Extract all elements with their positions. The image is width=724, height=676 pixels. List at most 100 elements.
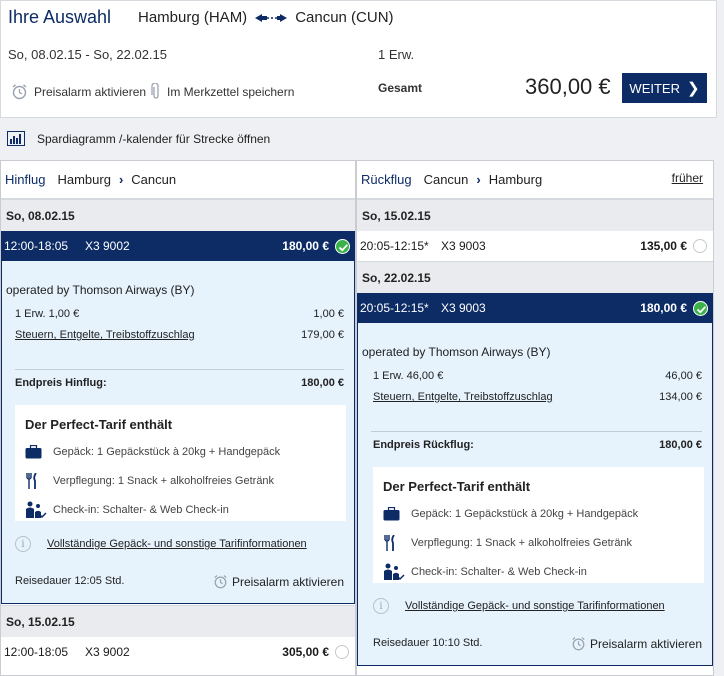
summary-title: Ihre Auswahl	[8, 7, 112, 27]
taxes-value: 134,00 €	[659, 391, 702, 403]
tariff-baggage: Gepäck: 1 Gepäckstück à 20kg + Handgepäc…	[383, 507, 638, 521]
roundtrip-plane-icon	[253, 11, 289, 25]
checkin-text: Check-in: Schalter- & Web Check-in	[411, 566, 587, 578]
flight-price: 180,00 €	[282, 239, 329, 253]
price-alert-label: Preisalarm aktivieren	[231, 574, 344, 589]
price-alert-link[interactable]: Preisalarm aktivieren	[213, 574, 344, 589]
flight-time: 20:05-12:15*	[360, 239, 429, 253]
tariff-box: Der Perfect-Tarif enthält Gepäck: 1 Gepä…	[373, 467, 704, 583]
date-row: So, 15.02.15	[1, 605, 355, 637]
end-price-label: Endpreis Hinflug:	[15, 377, 107, 389]
date-row: So, 15.02.15	[357, 199, 713, 231]
radio-button[interactable]	[335, 645, 349, 659]
info-icon: i	[373, 598, 389, 614]
bar-chart-icon	[7, 131, 25, 146]
route: Hamburg (HAM) Cancun (CUN)	[138, 9, 394, 26]
price-alert-link[interactable]: Preisalarm aktivieren	[11, 83, 146, 100]
chevron-right-icon: ❯	[686, 80, 700, 97]
suitcase-icon	[383, 507, 411, 521]
operated-by: operated by Thomson Airways (BY)	[362, 345, 551, 359]
fare-value: 1,00 €	[313, 308, 344, 320]
savings-diagram-label: Spardiagramm /-kalender für Strecke öffn…	[37, 131, 271, 146]
travel-dates: So, 08.02.15 - So, 22.02.15	[8, 47, 168, 62]
tariff-meals: Verpflegung: 1 Snack + alkoholfreies Get…	[383, 535, 632, 551]
flight-time: 12:00-18:05	[4, 645, 69, 659]
flight-number: X3 9002	[85, 239, 130, 253]
outbound-from: Hamburg	[57, 172, 111, 187]
end-price-value: 180,00 €	[659, 439, 702, 451]
tariff-title: Der Perfect-Tarif enthält	[25, 417, 173, 432]
flight-option[interactable]: 12:00-18:05 X3 9002 305,00 €	[1, 637, 355, 667]
outbound-column: Hinflug Hamburg › Cancun So, 08.02.15 12…	[0, 160, 356, 676]
route-from: Hamburg (HAM)	[138, 9, 248, 26]
outbound-details: operated by Thomson Airways (BY) 1 Erw. …	[1, 261, 355, 604]
checkin-text: Check-in: Schalter- & Web Check-in	[53, 504, 229, 516]
full-tariff-info-label: Vollständige Gepäck- und sonstige Tarifi…	[47, 538, 307, 550]
earlier-flights-link[interactable]: früher	[672, 171, 703, 185]
fare-value: 46,00 €	[665, 370, 702, 382]
check-circle-icon	[693, 300, 708, 316]
operated-by: operated by Thomson Airways (BY)	[6, 283, 195, 297]
outbound-header: Hinflug Hamburg › Cancun	[1, 161, 355, 199]
inbound-direction: Rückflug	[361, 172, 412, 187]
tariff-checkin: Check-in: Schalter- & Web Check-in	[383, 563, 587, 581]
inbound-from: Cancun	[423, 172, 469, 187]
divider	[15, 369, 344, 370]
end-price-value: 180,00 €	[301, 377, 344, 389]
outbound-to: Cancun	[131, 172, 177, 187]
divider	[371, 431, 702, 432]
flight-option-selected[interactable]: 20:05-12:15* X3 9003 180,00 €	[357, 293, 713, 323]
total-price: 360,00 €	[525, 74, 611, 99]
inbound-to: Hamburg	[488, 172, 543, 187]
flight-number: X3 9002	[85, 645, 130, 659]
continue-button[interactable]: WEITER ❯	[622, 73, 707, 103]
date-row: So, 22.02.15	[357, 261, 713, 293]
checkin-people-icon	[25, 501, 53, 519]
savings-diagram-link[interactable]: Spardiagramm /-kalender für Strecke öffn…	[7, 131, 270, 146]
info-icon: i	[15, 536, 31, 552]
alarm-clock-icon	[12, 84, 27, 100]
inbound-column: Rückflug Cancun › Hamburg früher So, 15.…	[356, 160, 714, 676]
flight-option[interactable]: 20:05-12:15* X3 9003 135,00 €	[357, 231, 713, 261]
tariff-title: Der Perfect-Tarif enthält	[383, 479, 531, 494]
outbound-direction: Hinflug	[5, 172, 46, 187]
cutlery-icon	[25, 473, 53, 489]
end-price-label: Endpreis Rückflug:	[373, 439, 474, 451]
cutlery-icon	[383, 535, 411, 551]
baggage-text: Gepäck: 1 Gepäckstück à 20kg + Handgepäc…	[411, 508, 639, 520]
radio-button[interactable]	[693, 239, 707, 253]
meals-text: Verpflegung: 1 Snack + alkoholfreies Get…	[53, 475, 275, 487]
suitcase-icon	[25, 445, 53, 459]
flight-number: X3 9003	[441, 301, 486, 315]
taxes-value: 179,00 €	[301, 329, 344, 341]
meals-text: Verpflegung: 1 Snack + alkoholfreies Get…	[411, 537, 633, 549]
taxes-link[interactable]: Steuern, Entgelte, Treibstoffzuschlag	[373, 391, 553, 403]
inbound-header: Rückflug Cancun › Hamburg	[357, 161, 713, 199]
fare-label: 1 Erw. 46,00 €	[373, 370, 444, 382]
continue-label: WEITER	[629, 80, 680, 96]
tariff-baggage: Gepäck: 1 Gepäckstück à 20kg + Handgepäc…	[25, 445, 280, 459]
flight-time: 20:05-12:15*	[360, 301, 429, 315]
chevron-right-icon: ›	[476, 172, 481, 187]
inbound-details: operated by Thomson Airways (BY) 1 Erw. …	[357, 323, 713, 666]
total-label: Gesamt	[378, 81, 423, 95]
travel-duration: Reisedauer 12:05 Std.	[15, 575, 125, 587]
save-watchlist-link[interactable]: Im Merkzettel speichern	[151, 83, 294, 100]
passenger-count: 1 Erw.	[378, 47, 415, 62]
tariff-meals: Verpflegung: 1 Snack + alkoholfreies Get…	[25, 473, 274, 489]
checkin-people-icon	[383, 563, 411, 581]
alarm-clock-icon	[572, 637, 585, 651]
full-tariff-info-link[interactable]: i Vollständige Gepäck- und sonstige Tari…	[373, 598, 665, 614]
flight-option-selected[interactable]: 12:00-18:05 X3 9002 180,00 €	[1, 231, 355, 261]
tariff-box: Der Perfect-Tarif enthält Gepäck: 1 Gepä…	[15, 405, 346, 521]
travel-duration: Reisedauer 10:10 Std.	[373, 637, 483, 649]
flight-time: 12:00-18:05	[4, 239, 69, 253]
full-tariff-info-link[interactable]: i Vollständige Gepäck- und sonstige Tari…	[15, 536, 307, 552]
price-alert-link[interactable]: Preisalarm aktivieren	[571, 636, 702, 651]
date-row: So, 08.02.15	[1, 199, 355, 231]
taxes-link[interactable]: Steuern, Entgelte, Treibstoffzuschlag	[15, 329, 195, 341]
save-watchlist-label: Im Merkzettel speichern	[167, 84, 295, 99]
chevron-right-icon: ›	[118, 172, 124, 187]
baggage-text: Gepäck: 1 Gepäckstück à 20kg + Handgepäc…	[53, 446, 281, 458]
paperclip-icon	[151, 83, 159, 99]
